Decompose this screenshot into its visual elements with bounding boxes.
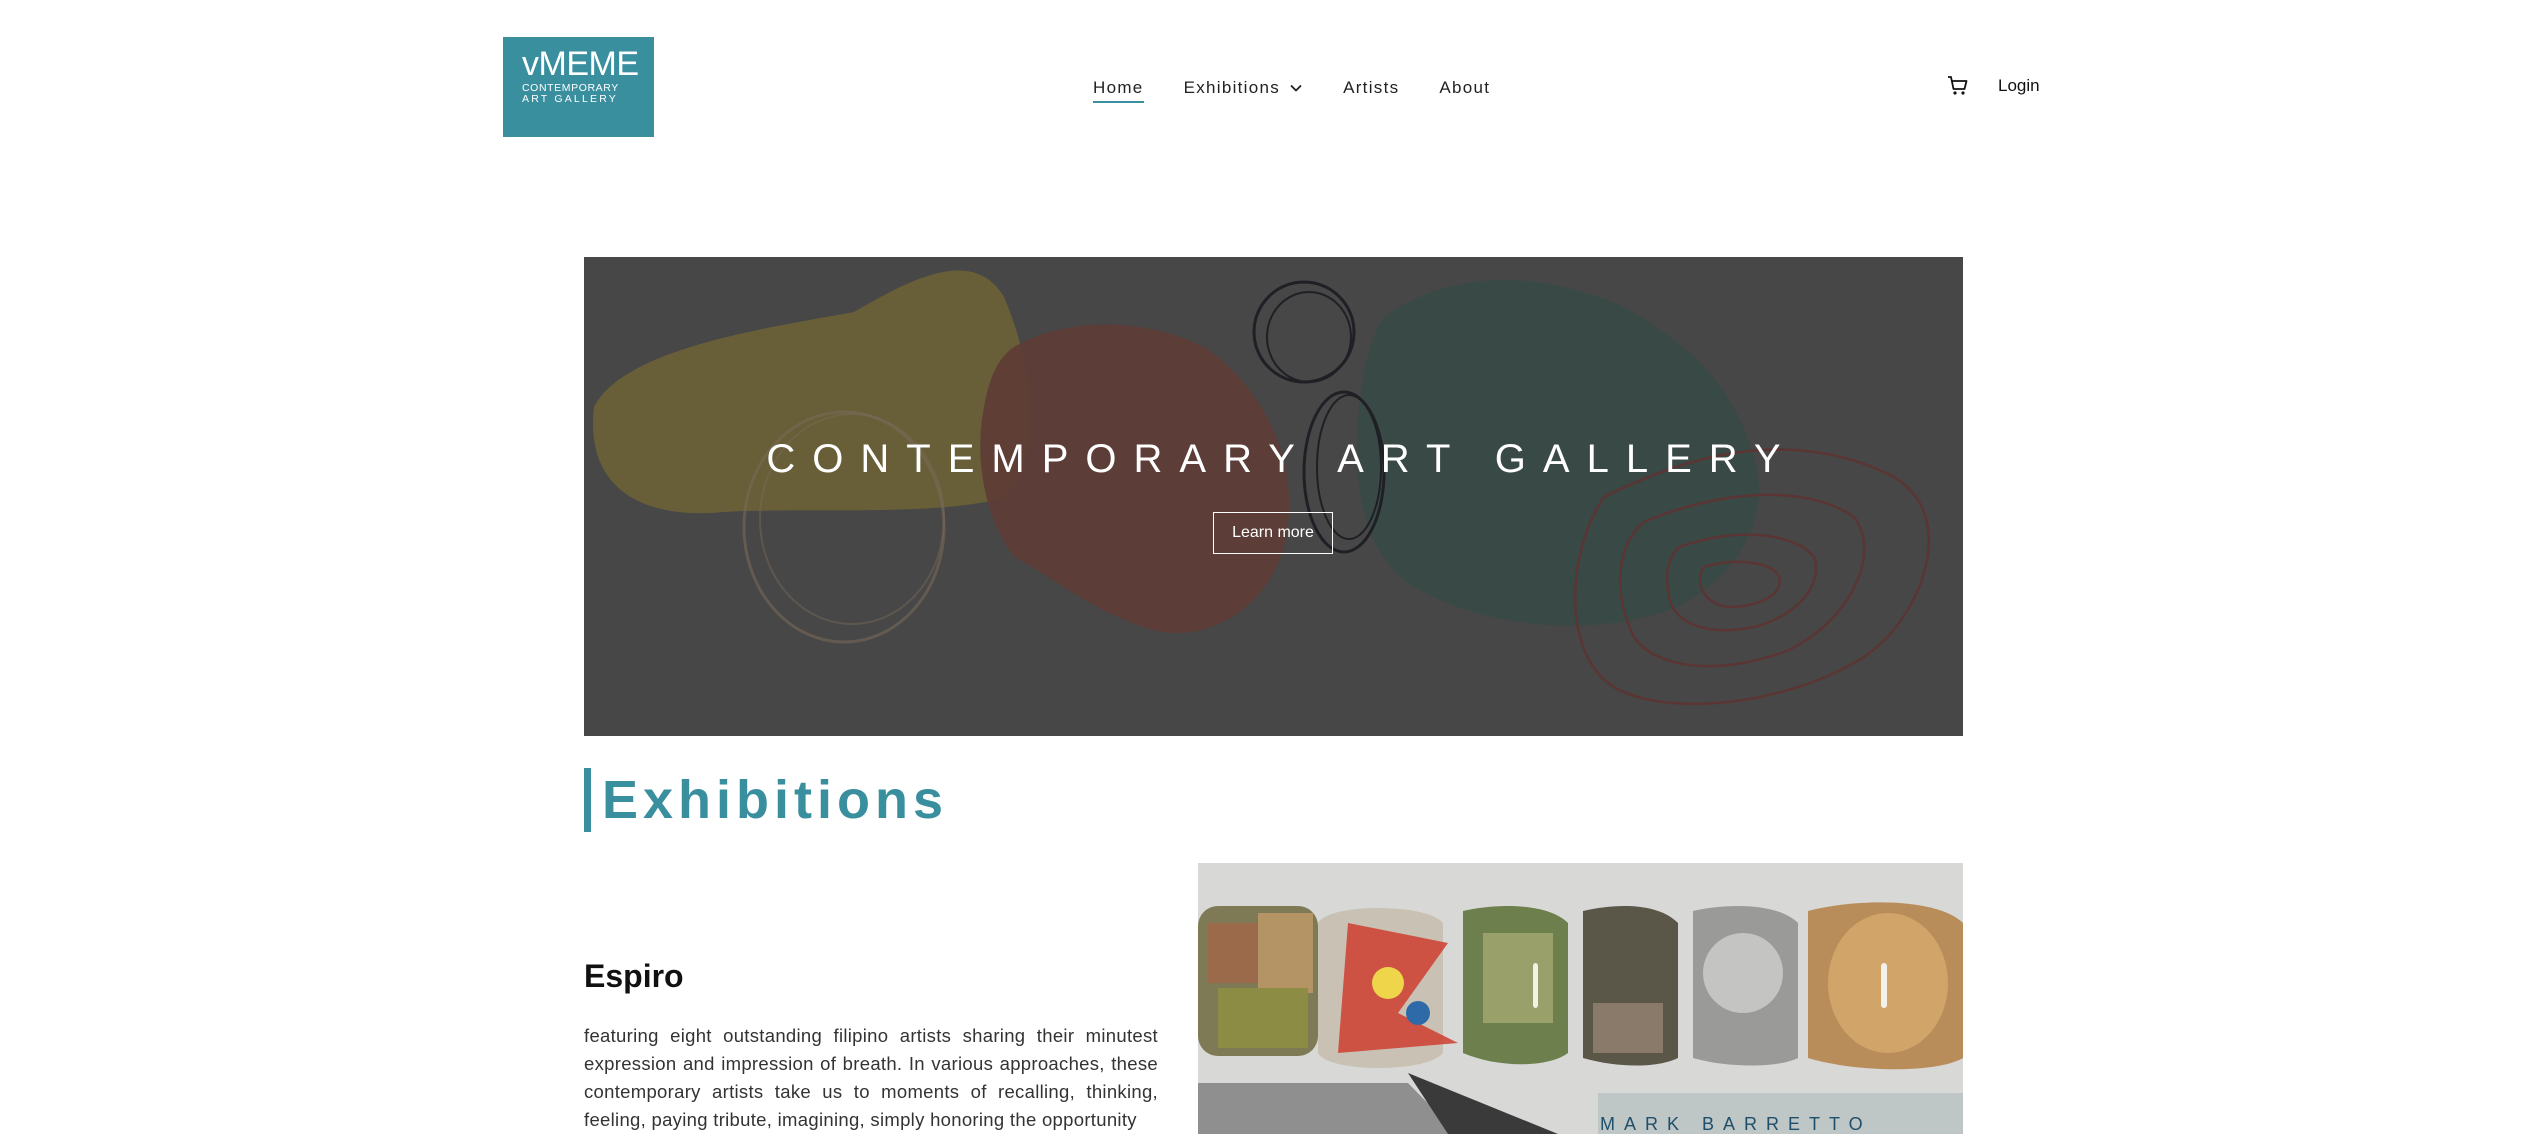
login-link[interactable]: Login — [1998, 76, 2040, 96]
exhibition-image[interactable]: MARK BARRETTO — [1198, 863, 1963, 1134]
nav-artists[interactable]: Artists — [1343, 78, 1399, 98]
hero-title: CONTEMPORARY ART GALLERY — [766, 437, 1798, 481]
logo-brand: vMEME — [522, 45, 639, 83]
cart-icon[interactable] — [1947, 75, 1969, 97]
exhibition-title[interactable]: Espiro — [584, 958, 684, 995]
nav-about-label: About — [1439, 78, 1491, 97]
nav-artists-label: Artists — [1343, 78, 1400, 97]
chevron-down-icon — [1290, 84, 1302, 92]
exhibition-image-caption: MARK BARRETTO — [1600, 1114, 1872, 1134]
site-header: vMEME CONTEMPORARY ART GALLERY Home Exhi… — [0, 0, 2542, 175]
nav-home[interactable]: Home — [1093, 78, 1144, 103]
espiro-artwork — [1198, 863, 1963, 1134]
nav-about[interactable]: About — [1439, 78, 1490, 98]
hero-background-art — [593, 270, 1931, 706]
site-logo[interactable]: vMEME CONTEMPORARY ART GALLERY — [503, 37, 654, 137]
learn-more-button[interactable]: Learn more — [1213, 512, 1333, 554]
hero-banner: CONTEMPORARY ART GALLERY Learn more — [584, 257, 1963, 736]
exhibition-description: featuring eight outstanding filipino art… — [584, 1025, 1158, 1130]
section-accent-bar — [584, 768, 591, 832]
logo-line-2: ART GALLERY — [522, 93, 618, 105]
nav-home-label: Home — [1093, 78, 1144, 97]
nav-exhibitions-label: Exhibitions — [1183, 78, 1281, 97]
exhibitions-heading: Exhibitions — [602, 770, 949, 830]
nav-exhibitions[interactable]: Exhibitions — [1184, 78, 1304, 98]
main-nav: Home Exhibitions Artists About — [1093, 76, 1530, 103]
